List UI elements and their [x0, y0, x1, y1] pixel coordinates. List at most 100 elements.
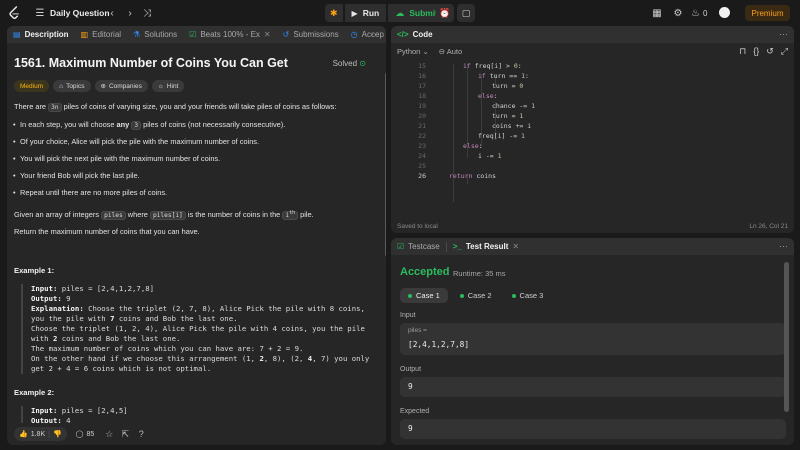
tab-editorial[interactable]: ▥ Editorial	[75, 26, 127, 43]
premium-button[interactable]: Premium	[745, 5, 790, 21]
alarm-icon: ⏰	[439, 7, 451, 18]
alarm-button[interactable]: ⏰	[436, 4, 454, 22]
bug-icon: ✱	[330, 7, 338, 18]
output-value: 9	[408, 382, 413, 391]
more-options-icon[interactable]: ···	[779, 241, 788, 251]
description-panel: ▤ Description ▥ Editorial ⚗ Solutions ☑ …	[7, 26, 386, 445]
tab-test-result[interactable]: >_ Test Result ✕	[447, 238, 525, 255]
cursor-position: Ln 26, Col 21	[749, 223, 788, 230]
auto-toggle[interactable]: ⊖ Auto	[439, 47, 462, 56]
tab-case-3[interactable]: Case 3	[504, 288, 552, 303]
code-line: turn = 0	[492, 82, 524, 90]
code-line: i -= 1	[478, 152, 502, 160]
code-line: freq[i] -= 1	[478, 132, 525, 140]
fire-icon: ♨	[691, 7, 700, 19]
problem-title[interactable]: 1561. Maximum Number of Coins You Can Ge…	[14, 56, 288, 70]
verdict: Accepted	[400, 266, 450, 278]
thumbs-down-icon[interactable]: 👎	[53, 430, 62, 438]
code-line: else:	[463, 142, 483, 150]
fullscreen-icon[interactable]: ⤢	[781, 46, 788, 57]
input-box: piles = [2,4,1,2,7,8]	[400, 323, 786, 355]
topics-button[interactable]: ⌂ Topics	[53, 80, 91, 92]
expected-value: 9	[408, 424, 413, 433]
format-braces-icon[interactable]: {}	[753, 46, 759, 57]
code-editor[interactable]: 15 if freq[i] > 0: 16 if turn == 1: 17 t…	[391, 60, 794, 220]
check-circle-icon: ⊙	[359, 59, 366, 68]
thumbs-up-icon: 👍	[19, 431, 28, 438]
shuffle-icon[interactable]: ⤨	[141, 7, 153, 19]
code-brackets-icon: </>	[397, 30, 409, 39]
companies-button[interactable]: ⊕ Companies	[94, 80, 148, 92]
close-icon[interactable]: ✕	[512, 242, 519, 251]
problem-return: Return the maximum number of coins that …	[14, 227, 200, 236]
input-value: [2,4,1,2,7,8]	[408, 340, 470, 349]
layout-icon[interactable]: ▦	[651, 7, 663, 19]
more-options-icon[interactable]: ···	[371, 29, 380, 39]
problem-list-icon[interactable]: ☰	[34, 7, 46, 19]
document-icon: ▤	[13, 30, 21, 39]
notes-button[interactable]: ▢	[457, 4, 475, 22]
lightbulb-icon: ☼	[157, 82, 164, 90]
settings-gear-icon[interactable]: ⚙	[672, 7, 684, 19]
star-icon[interactable]: ☆	[103, 428, 115, 440]
example-2-title: Example 2:	[14, 388, 55, 397]
note-icon: ▢	[461, 7, 471, 18]
submit-label: Submit	[409, 8, 439, 18]
tab-description[interactable]: ▤ Description	[7, 26, 75, 43]
comments-button[interactable]: ◯ 85	[71, 427, 100, 441]
editor-actions: ⊓ {} ↺ ⤢	[739, 46, 788, 57]
example-1-title: Example 1:	[14, 266, 55, 275]
streak-counter[interactable]: ♨ 0	[691, 7, 711, 19]
expected-box: 9	[400, 419, 786, 439]
avatar[interactable]	[719, 7, 730, 18]
next-problem-icon[interactable]: ›	[124, 7, 136, 19]
code-panel-header: </> Code ···	[391, 26, 794, 43]
run-submit-group: ✱ ▶ Run ☁ Submit	[325, 4, 446, 22]
help-icon[interactable]: ?	[135, 428, 147, 440]
checkbox-icon: ☑	[397, 242, 405, 251]
daily-question-title[interactable]: Daily Question	[50, 8, 110, 18]
comment-icon: ◯	[75, 431, 84, 438]
tab-case-2[interactable]: Case 2	[452, 288, 500, 303]
tab-case-1[interactable]: Case 1	[400, 288, 448, 303]
run-label: Run	[362, 8, 380, 18]
more-options-icon[interactable]: ···	[779, 29, 788, 39]
debug-button[interactable]: ✱	[325, 4, 343, 22]
flask-icon: ⚗	[133, 30, 141, 39]
reset-icon[interactable]: ↺	[766, 46, 774, 57]
close-icon[interactable]: ✕	[264, 30, 271, 39]
tab-beats[interactable]: ☑ Beats 100% - Ex ✕	[183, 26, 276, 43]
description-tabs: ▤ Description ▥ Editorial ⚗ Solutions ☑ …	[7, 26, 386, 43]
result-scrollbar[interactable]	[784, 262, 789, 412]
runtime: Runtime: 35 ms	[453, 269, 506, 278]
bookmark-icon[interactable]: ⊓	[739, 46, 746, 57]
input-var: piles =	[408, 327, 427, 334]
run-button[interactable]: ▶ Run	[344, 4, 387, 22]
comment-count: 85	[86, 430, 95, 438]
tab-solutions[interactable]: ⚗ Solutions	[127, 26, 183, 43]
problem-given: Given an array of integers piles where p…	[14, 210, 314, 221]
lock-icon: ⊖	[438, 47, 446, 56]
language-select[interactable]: Python ⌄	[397, 47, 429, 56]
tab-code[interactable]: </> Code	[391, 26, 439, 43]
like-count: 1.8K	[30, 430, 46, 438]
list-item: Repeat until there are no more piles of …	[13, 188, 370, 198]
terminal-icon: >_	[452, 242, 462, 251]
share-icon[interactable]: ⇱	[119, 428, 131, 440]
tag-icon: ⌂	[59, 82, 64, 90]
history-icon: ↺	[282, 30, 290, 39]
leetcode-logo-icon[interactable]	[8, 6, 21, 20]
prev-problem-icon[interactable]: ‹	[106, 7, 118, 19]
list-item: You will pick the next pile with the max…	[13, 154, 370, 164]
check-square-icon: ☑	[189, 30, 197, 39]
tab-submissions[interactable]: ↺ Submissions	[277, 26, 345, 43]
description-scrollbar[interactable]	[385, 72, 386, 257]
case-tabs: Case 1 Case 2 Case 3	[400, 288, 551, 303]
like-button[interactable]: 👍 1.8K | 👎	[14, 427, 67, 441]
expected-label: Expected	[400, 408, 430, 415]
tab-testcase[interactable]: ☑ Testcase	[391, 238, 446, 255]
list-item: In each step, you will choose any 3 pile…	[13, 120, 370, 131]
code-line: chance -= 1	[492, 102, 536, 110]
solved-status: Solved ⊙	[332, 59, 366, 68]
hint-button[interactable]: ☼ Hint	[151, 80, 185, 92]
